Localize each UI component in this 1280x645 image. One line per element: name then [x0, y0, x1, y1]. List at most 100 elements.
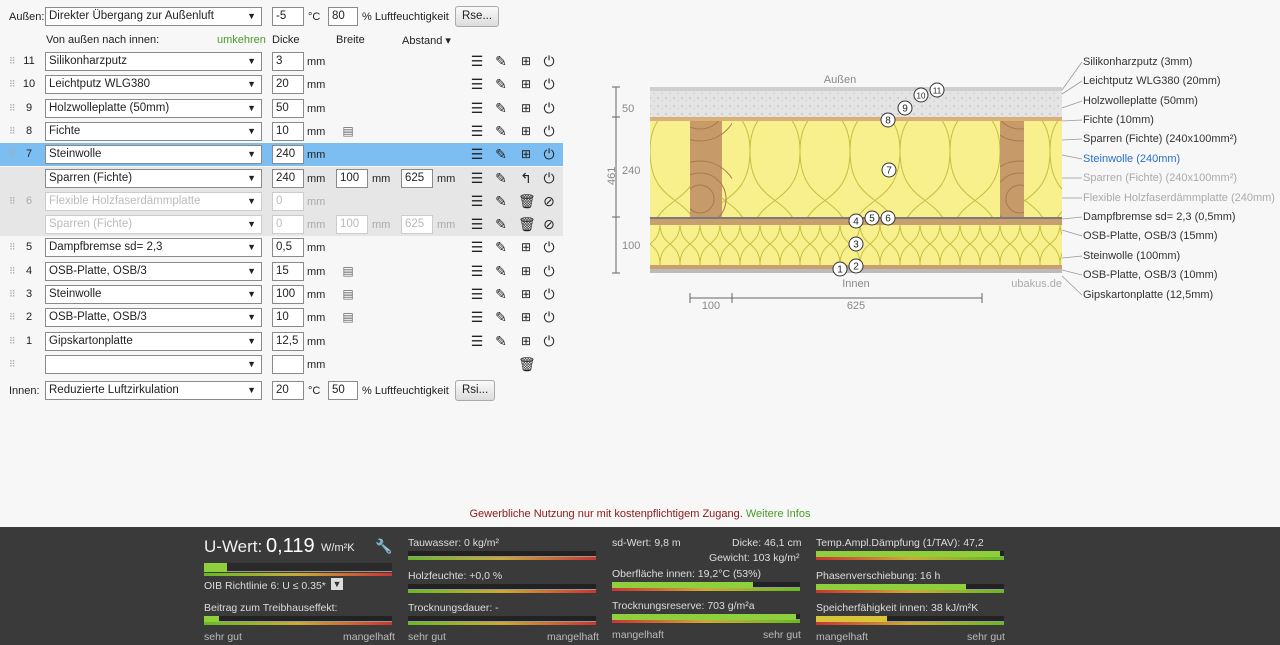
drag-handle-icon[interactable]: ⠿ [9, 196, 16, 207]
rse-button[interactable]: Rse... [455, 6, 500, 27]
layer-material-select[interactable]: Gipskartonplatte ▼ [45, 331, 262, 351]
menu-icon[interactable]: ☰ [469, 76, 485, 92]
power-icon[interactable]: ⏻ [541, 76, 557, 92]
trash-icon[interactable]: 🗑 [518, 216, 536, 232]
layer-marker[interactable]: 4 [848, 213, 864, 229]
drag-handle-icon[interactable]: ⠿ [9, 149, 16, 160]
add-sublayer-icon[interactable]: ⊞ [518, 286, 534, 302]
layer-material-select[interactable]: Sparren (Fichte) ▼ [45, 215, 262, 235]
power-icon[interactable]: ⏻ [541, 100, 557, 116]
layer-marker[interactable]: 8 [880, 112, 896, 128]
layer-width-input[interactable]: 100 [336, 168, 368, 188]
layer-material-select[interactable]: Dampfbremse sd= 2,3 ▼ [45, 238, 262, 258]
layer-thickness-input[interactable]: 0 [272, 215, 304, 235]
menu-icon[interactable]: ☰ [469, 333, 485, 349]
wood-grain-icon[interactable]: ▤ [340, 286, 356, 302]
layer-marker[interactable]: 3 [848, 236, 864, 252]
layer-material-select[interactable]: Leichtputz WLG380 ▼ [45, 75, 262, 95]
menu-icon[interactable]: ☰ [469, 170, 485, 186]
legend-item[interactable]: Steinwolle (100mm) [1083, 250, 1180, 262]
drag-handle-icon[interactable]: ⠿ [9, 103, 16, 114]
disabled-icon[interactable]: ⊘ [541, 216, 557, 232]
outside-humidity-input[interactable]: 80 [328, 7, 358, 26]
disabled-icon[interactable]: ⊘ [541, 193, 557, 209]
layer-marker[interactable]: 9 [897, 100, 913, 116]
layer-marker[interactable]: 5 [864, 210, 880, 226]
pencil-icon[interactable]: ✎ [493, 193, 509, 209]
layer-thickness-input[interactable]: 0 [272, 191, 304, 211]
notice-link[interactable]: Weitere Infos [746, 508, 811, 520]
legend-item[interactable]: Gipskartonplatte (12,5mm) [1083, 289, 1213, 301]
inside-humidity-input[interactable]: 50 [328, 381, 358, 400]
add-sublayer-icon[interactable]: ⊞ [518, 123, 534, 139]
layer-thickness-input[interactable]: 12,5 [272, 331, 304, 351]
power-icon[interactable]: ⏻ [541, 263, 557, 279]
legend-item[interactable]: Sparren (Fichte) (240x100mm²) [1083, 133, 1237, 145]
layer-material-select[interactable]: Holzwolleplatte (50mm) ▼ [45, 98, 262, 118]
outside-condition-select[interactable]: Direkter Übergang zur Außenluft ▼ [45, 7, 262, 26]
layer-material-select[interactable]: Fichte ▼ [45, 121, 262, 141]
menu-icon[interactable]: ☰ [469, 100, 485, 116]
layer-thickness-input[interactable]: 3 [272, 52, 304, 71]
pencil-icon[interactable]: ✎ [493, 123, 509, 139]
menu-icon[interactable]: ☰ [469, 263, 485, 279]
legend-item[interactable]: Fichte (10mm) [1083, 114, 1154, 126]
wood-grain-icon[interactable]: ▤ [340, 309, 356, 325]
drag-handle-icon[interactable]: ⠿ [9, 242, 16, 253]
legend-item[interactable]: Leichtputz WLG380 (20mm) [1083, 75, 1221, 87]
menu-icon[interactable]: ☰ [469, 309, 485, 325]
power-icon[interactable]: ⏻ [541, 309, 557, 325]
trash-icon[interactable]: 🗑 [518, 193, 536, 209]
pencil-icon[interactable]: ✎ [493, 53, 509, 69]
dropdown-icon[interactable]: ▼ [331, 578, 343, 590]
drag-handle-icon[interactable]: ⠿ [9, 359, 16, 370]
layer-marker[interactable]: 6 [880, 210, 896, 226]
layer-thickness-input[interactable]: 20 [272, 75, 304, 95]
menu-icon[interactable]: ☰ [469, 146, 485, 162]
layer-thickness-input[interactable] [272, 354, 304, 374]
power-icon[interactable]: ⏻ [541, 170, 557, 186]
power-icon[interactable]: ⏻ [541, 239, 557, 255]
layer-thickness-input[interactable]: 10 [272, 121, 304, 141]
layer-material-select[interactable]: Sparren (Fichte) ▼ [45, 168, 262, 188]
add-sublayer-icon[interactable]: ⊞ [518, 100, 534, 116]
layer-marker[interactable]: 7 [881, 162, 897, 178]
layer-thickness-input[interactable]: 15 [272, 261, 304, 281]
drag-handle-icon[interactable]: ⠿ [9, 289, 16, 300]
layer-marker[interactable]: 10 [913, 87, 929, 103]
layer-distance-input[interactable]: 625 [401, 168, 433, 188]
menu-icon[interactable]: ☰ [469, 239, 485, 255]
legend-item[interactable]: Holzwolleplatte (50mm) [1083, 95, 1198, 107]
legend-item[interactable]: Silikonharzputz (3mm) [1083, 56, 1192, 68]
drag-handle-icon[interactable]: ⠿ [9, 56, 16, 67]
menu-icon[interactable]: ☰ [469, 216, 485, 232]
pencil-icon[interactable]: ✎ [493, 309, 509, 325]
power-icon[interactable]: ⏻ [541, 123, 557, 139]
layer-thickness-input[interactable]: 10 [272, 308, 304, 328]
layer-thickness-input[interactable]: 240 [272, 145, 304, 165]
layer-thickness-input[interactable]: 50 [272, 98, 304, 118]
legend-item[interactable]: Flexible Holzfaserdämmplatte (240mm) [1083, 192, 1275, 204]
layer-material-select[interactable]: OSB-Platte, OSB/3 ▼ [45, 261, 262, 281]
add-sublayer-icon[interactable]: ⊞ [518, 309, 534, 325]
legend-item[interactable]: OSB-Platte, OSB/3 (10mm) [1083, 269, 1217, 281]
layer-material-select[interactable]: Flexible Holzfaserdämmplatte ▼ [45, 191, 262, 211]
reverse-link[interactable]: umkehren [217, 34, 266, 46]
layer-thickness-input[interactable]: 240 [272, 168, 304, 188]
pencil-icon[interactable]: ✎ [493, 76, 509, 92]
drag-handle-icon[interactable]: ⠿ [9, 266, 16, 277]
menu-icon[interactable]: ☰ [469, 123, 485, 139]
pencil-icon[interactable]: ✎ [493, 146, 509, 162]
menu-icon[interactable]: ☰ [469, 286, 485, 302]
col-distance[interactable]: Abstand ▾ [402, 34, 451, 47]
power-icon[interactable]: ⏻ [541, 286, 557, 302]
inside-condition-select[interactable]: Reduzierte Luftzirkulation ▼ [45, 381, 262, 400]
layer-material-select[interactable]: Steinwolle ▼ [45, 285, 262, 304]
layer-material-select[interactable]: ▼ [45, 354, 262, 374]
rsi-button[interactable]: Rsi... [455, 380, 496, 401]
outside-temp-input[interactable]: -5 [272, 7, 304, 26]
trash-icon[interactable]: 🗑 [518, 356, 536, 372]
add-sublayer-icon[interactable]: ⊞ [518, 263, 534, 279]
inside-temp-input[interactable]: 20 [272, 381, 304, 400]
drag-handle-icon[interactable]: ⠿ [9, 79, 16, 90]
